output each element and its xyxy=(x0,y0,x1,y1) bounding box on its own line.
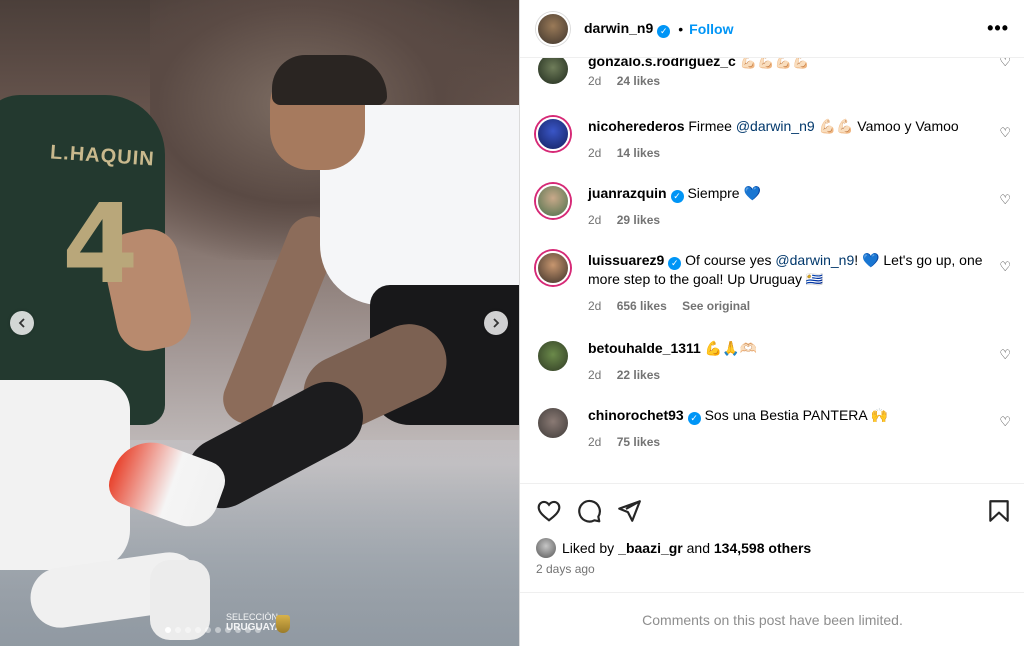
comment-content-before: Firmee xyxy=(688,118,736,134)
carousel-prev-button[interactable] xyxy=(10,311,34,335)
comment-time[interactable]: 2d xyxy=(588,213,601,227)
liked-by-row: Liked by _baazi_gr and 134,598 others xyxy=(536,538,811,558)
comment-time[interactable]: 2d xyxy=(588,368,601,382)
liked-by-middle: and xyxy=(682,540,714,556)
avatar[interactable] xyxy=(536,11,570,46)
header-separator: • xyxy=(678,20,684,37)
comment-meta: 2d 22 likes xyxy=(588,368,672,382)
carousel-dot xyxy=(185,627,191,633)
comment-meta: 2d 75 likes xyxy=(588,435,672,449)
comments-limited-notice: Comments on this post have been limited. xyxy=(520,592,1024,646)
comment-username[interactable]: gonzalo.s.rodriguez_c xyxy=(588,58,736,69)
carousel-dot xyxy=(205,627,211,633)
avatar[interactable] xyxy=(536,538,556,558)
comment-text: gonzalo.s.rodriguez_c 💪🏻💪🏻💪🏻💪🏻 xyxy=(588,58,988,70)
comment-avatar[interactable] xyxy=(536,184,570,218)
comments-list[interactable]: gonzalo.s.rodriguez_c 💪🏻💪🏻💪🏻💪🏻 2d 24 lik… xyxy=(520,58,1024,483)
comment-username[interactable]: chinorochet93 xyxy=(588,407,684,423)
comment-text: chinorochet93 ✓ Sos una Bestia PANTERA 🙌 xyxy=(588,406,988,425)
comment-likes[interactable]: 22 likes xyxy=(617,368,660,382)
verified-badge-icon: ✓ xyxy=(670,189,684,203)
comment-username[interactable]: betouhalde_1311 xyxy=(588,340,701,356)
carousel-dot xyxy=(175,627,181,633)
comment-content-after: 💪🏻💪🏻 Vamoo y Vamoo xyxy=(814,118,959,134)
verified-badge-icon: ✓ xyxy=(668,256,682,270)
carousel-dot xyxy=(165,627,171,633)
comment-avatar[interactable] xyxy=(536,117,570,151)
carousel-dot xyxy=(235,627,241,633)
heart-icon[interactable]: ♡ xyxy=(999,414,1011,430)
follow-button[interactable]: Follow xyxy=(689,21,733,37)
comment-likes[interactable]: 656 likes xyxy=(617,299,667,313)
comment-time[interactable]: 2d xyxy=(588,74,601,88)
chevron-right-icon xyxy=(493,318,500,328)
comment-username[interactable]: luissuarez9 xyxy=(588,252,664,268)
comment-content: Sos una Bestia PANTERA 🙌 xyxy=(704,407,889,423)
heart-icon[interactable]: ♡ xyxy=(999,347,1011,363)
carousel-dot xyxy=(225,627,231,633)
comment-content: 💪🙏🫶🏻 xyxy=(704,340,758,356)
carousel-dot xyxy=(195,627,201,633)
heart-icon[interactable]: ♡ xyxy=(999,58,1011,70)
carousel-next-button[interactable] xyxy=(484,311,508,335)
comment-text: luissuarez9 ✓ Of course yes @darwin_n9! 💙… xyxy=(588,251,988,288)
post-image[interactable]: L.HAQUIN 4 SELECCIÓN URUGUAYA xyxy=(0,0,519,646)
crest-icon xyxy=(276,615,290,633)
comment-time[interactable]: 2d xyxy=(588,299,601,313)
comment-likes[interactable]: 24 likes xyxy=(617,74,660,88)
bookmark-icon[interactable] xyxy=(986,498,1012,524)
comment-content-before: Of course yes xyxy=(685,252,776,268)
comment-avatar[interactable] xyxy=(536,406,570,440)
player-hair xyxy=(272,55,387,105)
comment-meta: 2d 24 likes xyxy=(588,74,672,88)
opponent-number-print: 4 xyxy=(62,180,139,308)
watermark-line1: SELECCIÓN xyxy=(226,612,279,622)
comment-content: 💪🏻💪🏻💪🏻💪🏻 xyxy=(739,58,810,69)
post-details-panel: darwin_n9 ✓ • Follow ••• gonzalo.s.rodrig… xyxy=(519,0,1024,646)
comment-text: juanrazquin ✓ Siempre 💙 xyxy=(588,184,988,203)
carousel-dot xyxy=(245,627,251,633)
comment-likes[interactable]: 75 likes xyxy=(617,435,660,449)
carousel-dot xyxy=(255,627,261,633)
liked-by-prefix: Liked by xyxy=(562,540,615,556)
carousel-dot xyxy=(215,627,221,633)
comment-text: nicoherederos Firmee @darwin_n9 💪🏻💪🏻 Vam… xyxy=(588,117,988,135)
comment-meta: 2d 656 likes See original xyxy=(588,299,762,313)
comment-username[interactable]: nicoherederos xyxy=(588,118,684,134)
heart-icon[interactable]: ♡ xyxy=(999,125,1011,141)
comment-likes[interactable]: 14 likes xyxy=(617,146,660,160)
verified-badge-icon: ✓ xyxy=(687,411,701,425)
liked-by-user[interactable]: _baazi_gr xyxy=(618,540,683,556)
comment-content: Siempre 💙 xyxy=(687,185,761,201)
verified-badge-icon: ✓ xyxy=(657,24,671,38)
comment-meta: 2d 14 likes xyxy=(588,146,672,160)
chevron-left-icon xyxy=(18,318,25,328)
heart-icon[interactable]: ♡ xyxy=(999,192,1011,208)
see-original-link[interactable]: See original xyxy=(682,299,750,313)
header-username[interactable]: darwin_n9 ✓ xyxy=(584,20,671,38)
comment-avatar[interactable] xyxy=(536,251,570,285)
like-heart-icon[interactable] xyxy=(536,498,562,524)
comment-mention[interactable]: @darwin_n9 xyxy=(736,118,815,134)
comment-username[interactable]: juanrazquin xyxy=(588,185,667,201)
heart-icon[interactable]: ♡ xyxy=(999,259,1011,275)
header-username-text[interactable]: darwin_n9 xyxy=(584,20,653,36)
comment-icon[interactable] xyxy=(576,498,602,524)
comment-likes[interactable]: 29 likes xyxy=(617,213,660,227)
comment-text: betouhalde_1311 💪🙏🫶🏻 xyxy=(588,339,988,357)
carousel-indicator xyxy=(165,627,261,633)
share-icon[interactable] xyxy=(616,498,642,524)
comment-avatar[interactable] xyxy=(536,58,570,86)
post-header: darwin_n9 ✓ • Follow ••• xyxy=(520,0,1024,58)
more-icon[interactable]: ••• xyxy=(987,18,1009,39)
liked-by-count[interactable]: 134,598 others xyxy=(714,540,811,556)
comment-avatar[interactable] xyxy=(536,339,570,373)
comment-time[interactable]: 2d xyxy=(588,435,601,449)
comment-meta: 2d 29 likes xyxy=(588,213,672,227)
comment-mention[interactable]: @darwin_n9 xyxy=(775,252,854,268)
post-date[interactable]: 2 days ago xyxy=(536,562,595,576)
action-bar xyxy=(520,483,1024,533)
comment-time[interactable]: 2d xyxy=(588,146,601,160)
